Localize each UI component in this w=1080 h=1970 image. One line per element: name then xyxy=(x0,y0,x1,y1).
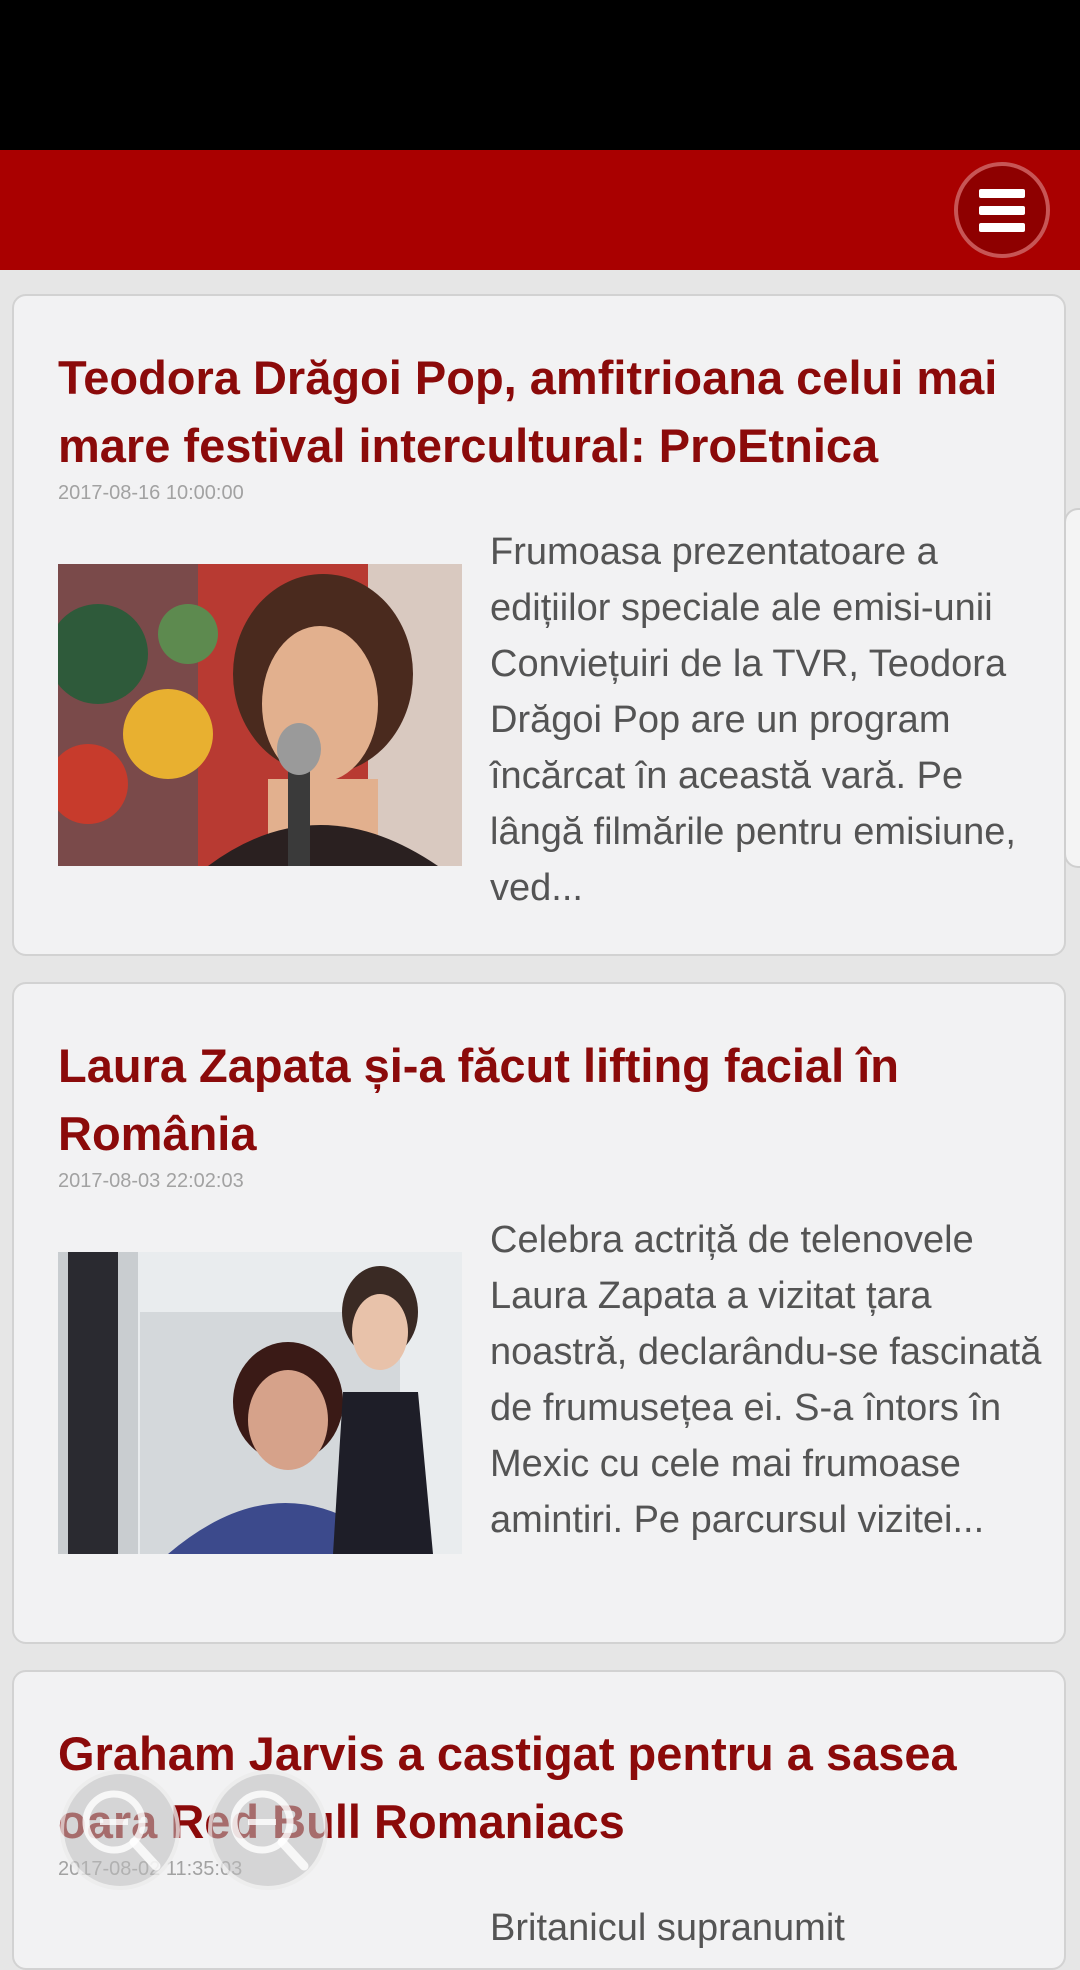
zoom-in-button[interactable] xyxy=(208,1770,328,1890)
article-excerpt: Frumoasa prezentatoare a edițiilor speci… xyxy=(490,531,1016,909)
article-thumbnail[interactable] xyxy=(58,1252,462,1554)
article-card[interactable]: Laura Zapata și-a făcut lifting facial î… xyxy=(12,982,1066,1644)
zoom-out-button[interactable] xyxy=(60,1770,180,1890)
article-title[interactable]: Teodora Drăgoi Pop, amfitrioana celui ma… xyxy=(58,344,1038,480)
article-thumbnail[interactable] xyxy=(58,564,462,866)
side-scroll-handle[interactable] xyxy=(1064,508,1080,868)
zoom-out-icon xyxy=(82,1790,161,1871)
hamburger-menu-icon xyxy=(979,188,1025,232)
article-title[interactable]: Laura Zapata și-a făcut lifting facial î… xyxy=(58,1032,1038,1168)
menu-button[interactable] xyxy=(954,162,1050,258)
status-bar xyxy=(0,0,1080,150)
article-date: 2017-08-16 10:00:00 xyxy=(58,482,244,504)
article-card[interactable]: Teodora Drăgoi Pop, amfitrioana celui ma… xyxy=(12,294,1066,956)
article-title[interactable]: Graham Jarvis a castigat pentru a sasea … xyxy=(58,1720,1038,1856)
article-excerpt: Celebra actriță de telenovele Laura Zapa… xyxy=(490,1219,1042,1541)
zoom-in-icon xyxy=(230,1790,309,1871)
article-excerpt: Britanicul supranumit xyxy=(490,1907,845,1949)
article-date: 2017-08-03 22:02:03 xyxy=(58,1170,244,1192)
app-header xyxy=(0,150,1080,270)
